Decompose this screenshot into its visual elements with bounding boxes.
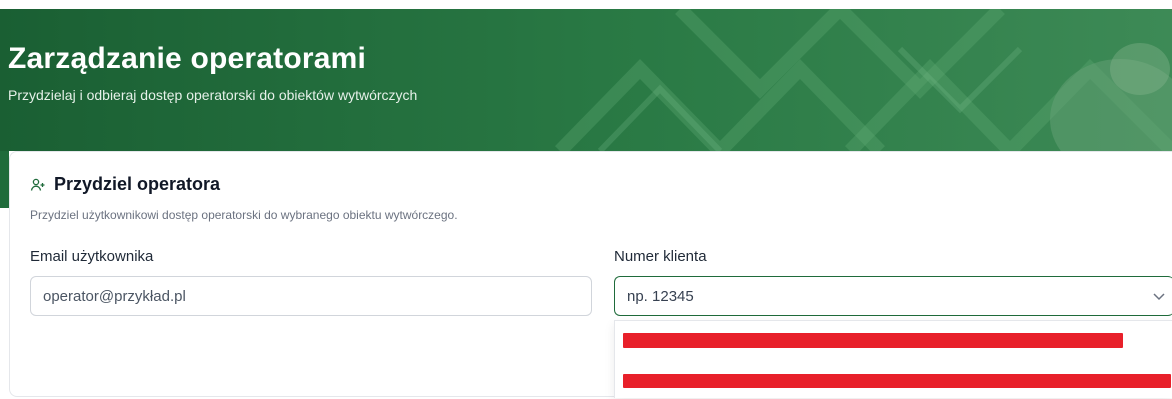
header-background-pattern xyxy=(0,9,1172,151)
client-number-label: Numer klienta xyxy=(614,248,707,265)
chevron-down-icon xyxy=(1153,293,1165,301)
user-plus-icon xyxy=(30,178,45,191)
email-label: Email użytkownika xyxy=(30,248,154,265)
page-header: Zarządzanie operatorami Przydzielaj i od… xyxy=(0,9,1172,151)
redaction-bar xyxy=(623,333,1123,348)
assign-operator-card: Przydziel operatora Przydziel użytkownik… xyxy=(9,151,1172,398)
header-stripe xyxy=(0,151,9,208)
card-description: Przydziel użytkownikowi dostęp operators… xyxy=(30,208,458,222)
page-subtitle: Przydzielaj i odbieraj dostęp operatorsk… xyxy=(8,87,418,103)
client-number-dropdown xyxy=(614,320,1172,398)
client-number-select[interactable]: np. 12345 xyxy=(614,276,1172,316)
page-title: Zarządzanie operatorami xyxy=(8,42,367,75)
redaction-bar xyxy=(623,374,1171,388)
card-header: Przydziel operatora xyxy=(30,174,220,195)
dropdown-option[interactable] xyxy=(623,333,1123,348)
dropdown-option[interactable] xyxy=(623,374,1171,388)
email-input[interactable] xyxy=(30,276,592,316)
client-number-placeholder: np. 12345 xyxy=(627,287,694,305)
card-title: Przydziel operatora xyxy=(54,174,221,194)
